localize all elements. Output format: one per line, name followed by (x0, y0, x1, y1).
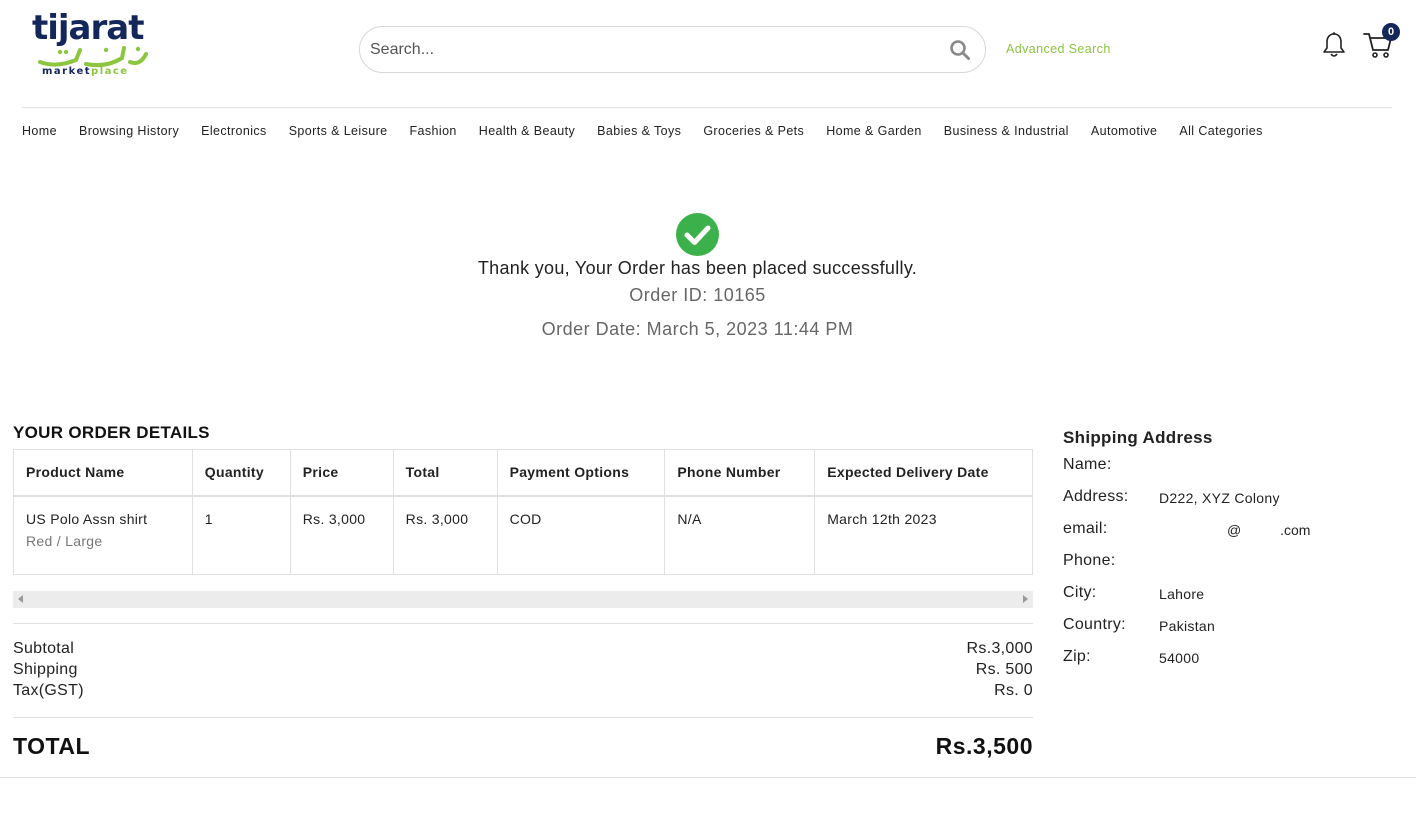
cell-delivery: March 12th 2023 (814, 495, 1033, 575)
subtotal-row: Subtotal Rs.3,000 (13, 640, 1033, 658)
table-header-row: Product Name Quantity Price Total Paymen… (13, 449, 1033, 497)
nav-item-electronics[interactable]: Electronics (201, 124, 267, 138)
nav-item-automotive[interactable]: Automotive (1091, 124, 1158, 138)
grand-total-value: Rs.3,500 (935, 733, 1033, 759)
summary-divider-top (13, 623, 1033, 624)
tax-row: Tax(GST) Rs. 0 (13, 682, 1033, 700)
search-bar (359, 26, 986, 73)
page-bottom-divider (0, 777, 1416, 778)
cell-total: Rs. 3,000 (392, 495, 498, 575)
shipping-email-label: email: (1063, 520, 1108, 537)
subtotal-value: Rs.3,000 (966, 640, 1033, 657)
search-input[interactable] (370, 37, 930, 63)
column-header-total: Total (392, 449, 498, 497)
grand-total-label: TOTAL (13, 733, 91, 759)
logo-sub-text: marketplace (42, 66, 129, 77)
advanced-search-link[interactable]: Advanced Search (1006, 42, 1111, 56)
nav-item-fashion[interactable]: Fashion (410, 124, 457, 138)
tax-label: Tax(GST) (13, 682, 84, 699)
subtotal-label: Subtotal (13, 640, 75, 657)
column-header-quantity: Quantity (191, 449, 291, 497)
order-date: Order Date: March 5, 2023 11:44 PM (541, 319, 854, 339)
scroll-right-icon[interactable] (1023, 595, 1028, 603)
shipping-row: Shipping Rs. 500 (13, 661, 1033, 679)
summary-divider-bottom (13, 717, 1033, 718)
shipping-value: Rs. 500 (975, 661, 1033, 678)
order-details-title: YOUR ORDER DETAILS (13, 423, 210, 442)
shipping-city-label: City: (1063, 584, 1097, 601)
notification-bell-icon[interactable] (1321, 31, 1347, 59)
scroll-left-icon[interactable] (18, 595, 23, 603)
cart-count-badge: 0 (1382, 23, 1400, 41)
order-success-message: Thank you, Your Order has been placed su… (477, 258, 918, 278)
nav-item-all-categories[interactable]: All Categories (1179, 124, 1262, 138)
table-horizontal-scrollbar[interactable] (13, 591, 1033, 608)
logo-brand-text: tijarat (32, 8, 144, 48)
shipping-zip-label: Zip: (1063, 648, 1091, 665)
shipping-country-value: Pakistan (1159, 618, 1216, 634)
category-nav: Home Browsing History Electronics Sports… (22, 124, 1285, 138)
nav-item-sports-leisure[interactable]: Sports & Leisure (289, 124, 388, 138)
column-header-product-name: Product Name (13, 449, 193, 497)
column-header-expected-delivery: Expected Delivery Date (814, 449, 1033, 497)
table-row: US Polo Assn shirt Red / Large 1 Rs. 3,0… (13, 495, 1033, 575)
search-icon[interactable] (949, 39, 971, 61)
shipping-address-title: Shipping Address (1063, 428, 1213, 447)
nav-item-groceries-pets[interactable]: Groceries & Pets (703, 124, 804, 138)
shipping-phone-label: Phone: (1063, 552, 1116, 569)
nav-item-home[interactable]: Home (22, 124, 57, 138)
nav-item-business-industrial[interactable]: Business & Industrial (944, 124, 1069, 138)
nav-item-health-beauty[interactable]: Health & Beauty (479, 124, 575, 138)
product-variant: Red / Large (26, 532, 103, 549)
shipping-label: Shipping (13, 661, 78, 678)
cell-quantity: 1 (191, 495, 291, 575)
order-details-table: Product Name Quantity Price Total Paymen… (13, 449, 1033, 575)
cell-product: US Polo Assn shirt Red / Large (13, 495, 193, 575)
nav-item-browsing-history[interactable]: Browsing History (79, 124, 179, 138)
site-logo[interactable]: tijarat marketplace (30, 8, 152, 78)
order-id: Order ID: 10165 (629, 285, 766, 305)
column-header-payment-options: Payment Options (496, 449, 666, 497)
check-circle-icon (676, 213, 719, 256)
tax-value: Rs. 0 (994, 682, 1033, 699)
logo-urdu-script-icon (38, 46, 148, 68)
shipping-email-value: @ .com (1227, 522, 1311, 538)
shipping-address-value: D222, XYZ Colony (1159, 490, 1280, 506)
column-header-phone-number: Phone Number (664, 449, 816, 497)
header-divider (22, 107, 1392, 108)
shipping-city-value: Lahore (1159, 586, 1205, 602)
column-header-price: Price (289, 449, 394, 497)
nav-item-home-garden[interactable]: Home & Garden (826, 124, 922, 138)
grand-total-row: TOTAL Rs.3,500 (13, 733, 1033, 760)
shipping-name-label: Name: (1063, 456, 1112, 473)
cell-payment: COD (496, 495, 666, 575)
shipping-address-label: Address: (1063, 488, 1129, 505)
cell-price: Rs. 3,000 (289, 495, 394, 575)
product-name[interactable]: US Polo Assn shirt (26, 511, 147, 527)
shipping-zip-value: 54000 (1159, 650, 1200, 666)
cell-phone: N/A (664, 495, 816, 575)
nav-item-babies-toys[interactable]: Babies & Toys (597, 124, 681, 138)
shipping-country-label: Country: (1063, 616, 1126, 633)
